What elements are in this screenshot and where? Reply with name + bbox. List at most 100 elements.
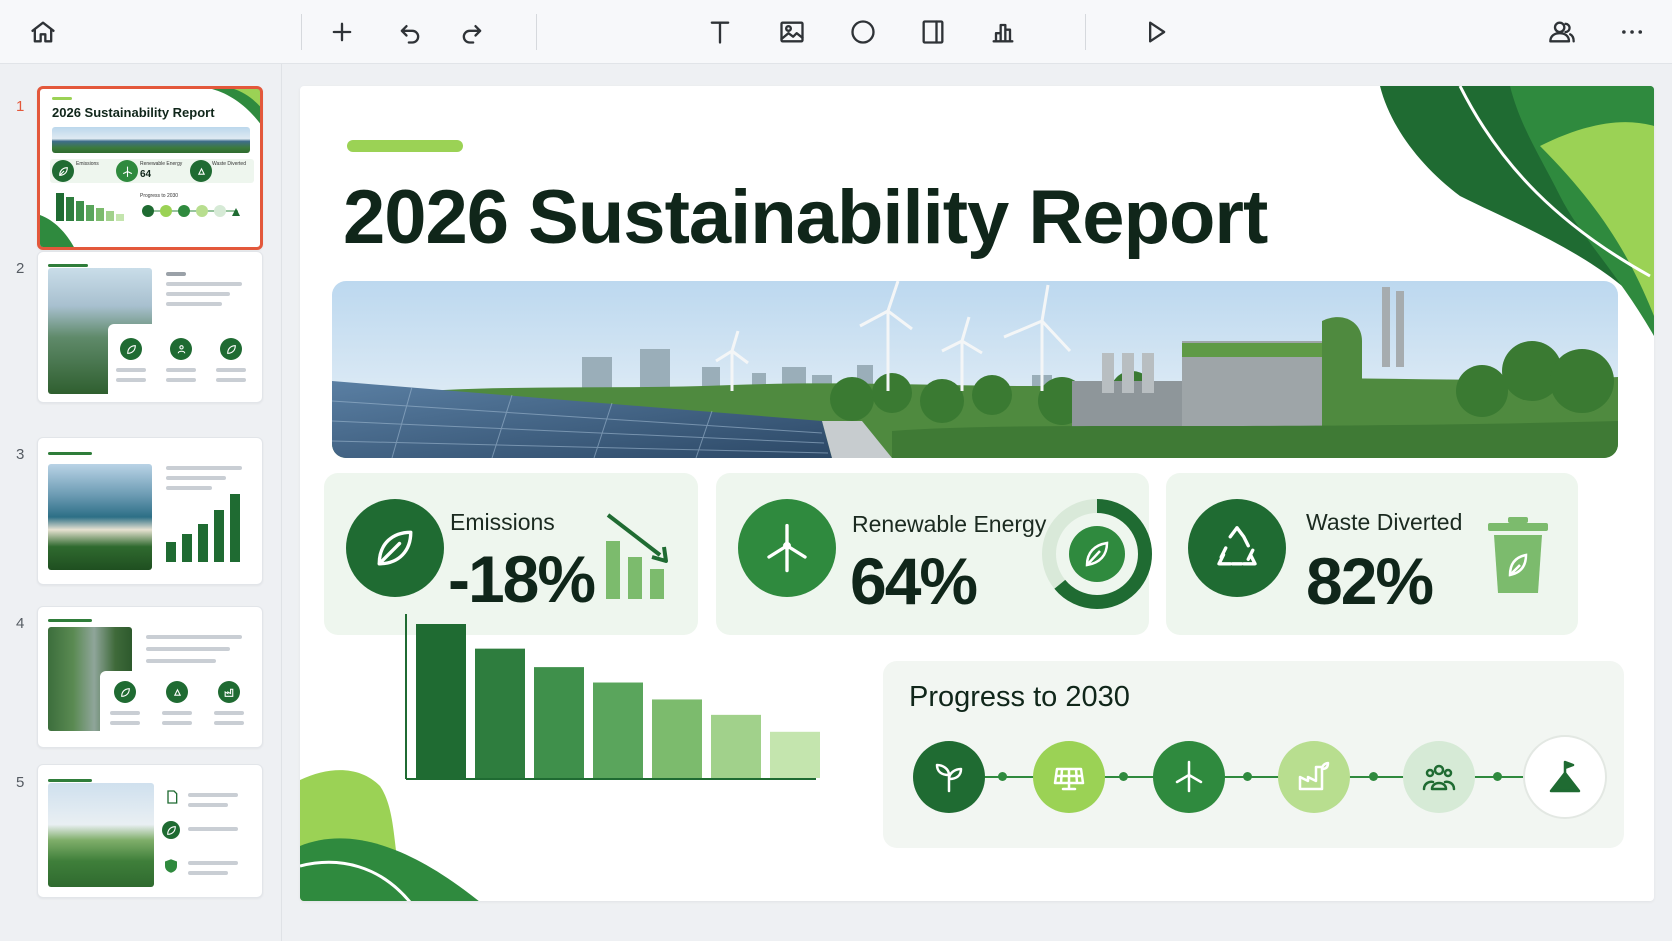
thumb-stat-label: Emissions bbox=[76, 161, 99, 167]
stat-card-emissions[interactable]: Emissions -18% bbox=[324, 473, 698, 635]
home-button[interactable] bbox=[23, 12, 63, 52]
share-button[interactable] bbox=[1542, 12, 1582, 52]
progress-step-1[interactable] bbox=[913, 741, 985, 813]
chart-icon bbox=[992, 23, 1014, 43]
slide-thumbnail-1[interactable]: 2026 Sustainability Report Emissions Ren… bbox=[37, 86, 263, 250]
thumb-text-line bbox=[166, 282, 242, 286]
undo-icon bbox=[400, 25, 420, 44]
thumb-text-line bbox=[188, 871, 228, 875]
thumb-factory-icon bbox=[218, 681, 240, 703]
progress-dot bbox=[1243, 772, 1252, 781]
circle-shape-icon bbox=[851, 20, 875, 44]
slide-number: 1 bbox=[16, 98, 25, 115]
text-icon bbox=[710, 21, 730, 44]
slide-thumbnail-2[interactable] bbox=[37, 251, 263, 403]
thumb-document-icon bbox=[167, 790, 178, 804]
layout-button[interactable] bbox=[913, 12, 953, 52]
thumb-stat-label: Renewable Energy bbox=[140, 161, 183, 167]
thumb-stat-value: 64 bbox=[140, 169, 152, 180]
thumb-recycle-icon bbox=[190, 160, 212, 182]
thumb-text-line bbox=[188, 827, 238, 831]
stat-card-waste-diverted[interactable]: Waste Diverted 82% bbox=[1166, 473, 1578, 635]
image-button[interactable] bbox=[772, 12, 812, 52]
thumb-text-line bbox=[166, 466, 242, 470]
stat-value: 82% bbox=[1306, 544, 1434, 618]
stat-value: 64% bbox=[850, 544, 978, 618]
thumb-accent bbox=[48, 264, 88, 267]
thumb-shield-icon bbox=[165, 859, 177, 873]
progress-step-2[interactable] bbox=[1033, 741, 1105, 813]
thumb-text-line bbox=[166, 302, 222, 306]
progress-dot bbox=[1119, 772, 1128, 781]
slide-title[interactable]: 2026 Sustainability Report bbox=[343, 174, 1268, 261]
slide-canvas[interactable]: 2026 Sustainability Report Emissions -18… bbox=[300, 86, 1654, 901]
progress-step-5[interactable] bbox=[1403, 741, 1475, 813]
text-button[interactable] bbox=[700, 12, 740, 52]
thumb-text-line bbox=[214, 711, 244, 715]
thumb-text-line bbox=[166, 476, 226, 480]
thumb-accent bbox=[52, 97, 72, 100]
thumb-leaf-decoration bbox=[40, 215, 74, 247]
leaf-icon bbox=[377, 530, 413, 566]
thumb-card bbox=[108, 324, 258, 398]
progress-card[interactable]: Progress to 2030 bbox=[883, 661, 1624, 848]
hero-image[interactable] bbox=[332, 281, 1618, 458]
redo-icon bbox=[462, 25, 482, 44]
thumb-stat-label: Waste Diverted bbox=[212, 161, 246, 167]
thumb-community-icon bbox=[170, 338, 192, 360]
play-icon bbox=[1149, 21, 1166, 43]
thumb-text-line bbox=[146, 647, 230, 651]
layout-icon bbox=[922, 20, 944, 44]
progress-step-goal[interactable] bbox=[1523, 735, 1607, 819]
thumb-accent bbox=[48, 452, 92, 455]
thumb-text-line bbox=[116, 368, 146, 372]
stat-icon-circle bbox=[1188, 499, 1286, 597]
thumb-text-line bbox=[110, 711, 140, 715]
thumb-text-line bbox=[188, 861, 238, 865]
thumb-text-line bbox=[188, 793, 238, 797]
thumb-text-line bbox=[214, 721, 244, 725]
add-button[interactable] bbox=[322, 12, 362, 52]
progress-ring bbox=[1042, 499, 1152, 609]
progress-dot bbox=[998, 772, 1007, 781]
chart-bar-5 bbox=[652, 699, 702, 778]
thumb-text-line bbox=[162, 711, 192, 715]
progress-step-4[interactable] bbox=[1278, 741, 1350, 813]
chart-bar-7 bbox=[770, 731, 820, 778]
thumb-text-line bbox=[146, 659, 216, 663]
thumb-progress-title: Progress to 2030 bbox=[140, 193, 179, 199]
thumb-text-line bbox=[188, 803, 228, 807]
thumb-text-line bbox=[166, 272, 186, 276]
slide-number: 5 bbox=[16, 774, 25, 791]
more-button[interactable] bbox=[1612, 12, 1652, 52]
chart-bar-4 bbox=[593, 682, 643, 778]
progress-dot bbox=[1369, 772, 1378, 781]
redo-button[interactable] bbox=[452, 12, 492, 52]
renewable-landscape-image bbox=[332, 281, 1618, 458]
stat-card-renewable-energy[interactable]: Renewable Energy 64% bbox=[716, 473, 1152, 635]
wind-turbine-icon bbox=[767, 523, 807, 573]
more-icon bbox=[1622, 30, 1643, 34]
thumb-hero-image bbox=[52, 127, 250, 153]
slide-thumbnail-3[interactable] bbox=[37, 437, 263, 585]
thumb-text-line bbox=[162, 721, 192, 725]
chart-bar-1 bbox=[416, 624, 466, 778]
goal-flag-icon bbox=[1549, 760, 1581, 793]
chart-bar-3 bbox=[534, 667, 584, 778]
thumb-leaf-icon bbox=[120, 338, 142, 360]
progress-step-3[interactable] bbox=[1153, 741, 1225, 813]
slide-thumbnail-4[interactable] bbox=[37, 606, 263, 748]
undo-button[interactable] bbox=[390, 12, 430, 52]
slide-number: 4 bbox=[16, 615, 25, 632]
slide-thumbnail-5[interactable] bbox=[37, 764, 263, 898]
shape-button[interactable] bbox=[843, 12, 883, 52]
thumb-recycle-icon bbox=[166, 681, 188, 703]
slide-number: 3 bbox=[16, 446, 25, 463]
present-button[interactable] bbox=[1136, 12, 1176, 52]
chart-button[interactable] bbox=[983, 12, 1023, 52]
recycle-icon bbox=[1217, 526, 1257, 566]
thumb-leaf-icon bbox=[52, 160, 74, 182]
thumb-accent bbox=[48, 619, 92, 622]
factory-icon bbox=[1298, 761, 1330, 791]
solar-panel-icon bbox=[1053, 767, 1085, 791]
